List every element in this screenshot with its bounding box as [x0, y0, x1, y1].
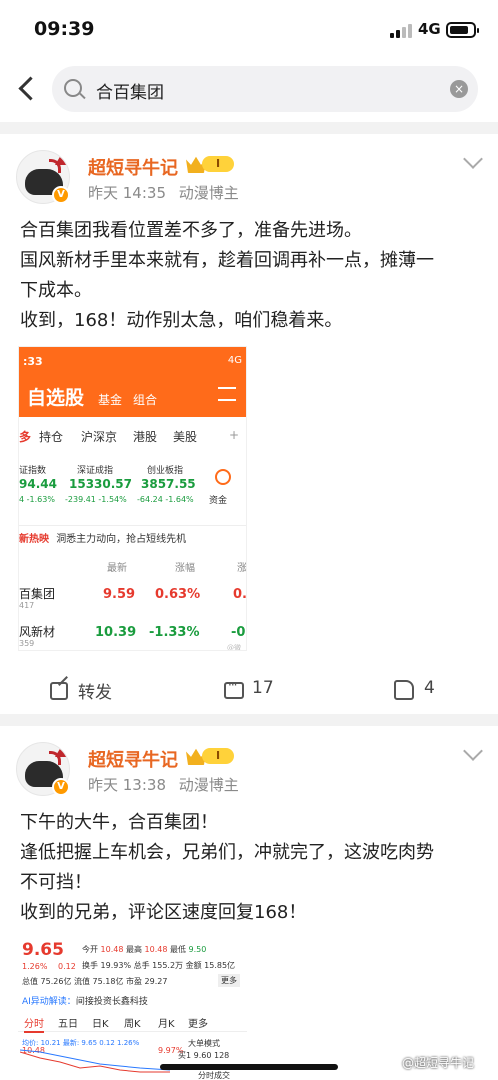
index-value: 3857.55 — [141, 477, 196, 491]
post-image[interactable]: 9.65 1.26% 0.12 今开 10.48 最高 10.48 最低 9.5… — [18, 938, 247, 1080]
crown-icon: I — [186, 745, 236, 767]
post-meta: 昨天 13:38 动漫博主 — [88, 774, 239, 795]
post-line: 收到的兄弟，评论区速度回复168！ — [20, 902, 307, 923]
username[interactable]: 超短寻牛记 — [88, 154, 178, 180]
verified-badge-icon: V — [52, 186, 70, 204]
menu-icon — [218, 387, 236, 401]
post-line: 不可挡！ — [20, 872, 92, 893]
image-network: 4G — [227, 355, 242, 366]
image-subtab: 基金 — [98, 393, 123, 407]
stock-extra: 0. — [233, 587, 247, 602]
signal-icon — [390, 24, 412, 38]
search-bar[interactable]: 合百集团 × — [52, 66, 478, 112]
image-watermark: @微博 — [227, 644, 241, 651]
post-line: 国风新材手里本来就有，趁着回调再补一点，摊薄一 — [20, 250, 434, 271]
index-change: -64.24 -1.64% — [137, 495, 194, 504]
index-name: 证指数 — [19, 466, 47, 476]
divider — [0, 122, 498, 134]
index-value: 94.44 — [19, 477, 57, 491]
post-text: 下午的大牛，合百集团！ 逢低把握上车机会，兄弟们，冲就完了，这波吃肉势 不可挡！… — [20, 808, 482, 928]
stock-name: 百集团 — [19, 587, 56, 601]
comment-count[interactable]: 17 — [252, 678, 274, 698]
post-actions: 转发 17 4 — [0, 670, 498, 710]
index-value: 15330.57 — [69, 477, 133, 491]
index-change: 4 -1.63% — [19, 495, 55, 504]
search-icon — [64, 79, 82, 97]
post-line: 收到，168！动作别太急，咱们稳着来。 — [20, 310, 343, 331]
stock-price: 9.59 — [103, 587, 136, 602]
post-line: 逢低把握上车机会，兄弟们，冲就完了，这波吃肉势 — [20, 842, 434, 863]
clear-icon[interactable]: × — [450, 80, 468, 98]
image-chart — [20, 1049, 170, 1073]
status-time: 09:39 — [34, 18, 95, 40]
share-button[interactable]: 转发 — [78, 678, 112, 703]
index-name: 深证成指 — [77, 466, 114, 476]
index-name: 创业板指 — [147, 466, 184, 476]
image-tabs: 多 持仓 沪深京 港股 美股 + — [19, 428, 240, 444]
stock-name: 风新材 — [19, 625, 56, 639]
chevron-down-icon[interactable] — [463, 149, 483, 169]
image-news: 新热映 洞悉主力动向，抢占短线先机 — [19, 525, 246, 545]
like-icon[interactable] — [394, 680, 414, 700]
post-text: 合百集团我看位置差不多了，准备先进场。 国风新材手里本来就有，趁着回调再补一点，… — [20, 216, 482, 336]
fund-icon — [215, 469, 231, 485]
status-bar: 09:39 4G — [0, 0, 498, 60]
post-time: 昨天 14:35 — [88, 184, 166, 202]
comment-icon[interactable] — [224, 678, 244, 699]
fund-label: 资金 — [209, 496, 228, 506]
search-input[interactable]: 合百集团 — [96, 78, 164, 103]
stock-price: 10.39 — [95, 625, 137, 640]
post-line: 合百集团我看位置差不多了，准备先进场。 — [20, 220, 362, 241]
image-price: 9.65 — [22, 940, 64, 960]
verified-badge-icon: V — [52, 778, 70, 796]
crown-icon: I — [186, 153, 236, 175]
image-subtab: 组合 — [133, 393, 158, 407]
column-header: 最新 — [107, 563, 127, 574]
chevron-down-icon[interactable] — [463, 741, 483, 761]
image-more: 更多 — [218, 974, 240, 987]
column-header: 涨幅 — [175, 563, 195, 574]
post-meta: 昨天 14:35 动漫博主 — [88, 182, 239, 203]
stock-code: 359 — [19, 639, 35, 648]
username[interactable]: 超短寻牛记 — [88, 746, 178, 772]
column-header: 涨 — [237, 563, 247, 574]
image-title: 自选股 — [27, 387, 85, 409]
image-ai: AI异动解读：间接投资长鑫科技 — [22, 997, 148, 1007]
image-ktabs: 分时 五日 日K 周K 月K 更多 — [18, 1012, 247, 1033]
post-time: 昨天 13:38 — [88, 776, 166, 794]
post-image[interactable]: :33 4G 自选股 基金 组合 多 持仓 沪深京 港股 美股 + 证指数 94… — [18, 346, 247, 651]
battery-icon — [446, 22, 479, 38]
stock-change: 0.63% — [155, 587, 201, 602]
stock-change: -1.33% — [149, 625, 200, 640]
post-line: 下成本。 — [20, 280, 92, 301]
index-change: -239.41 -1.54% — [65, 495, 127, 504]
network-label: 4G — [418, 20, 441, 38]
divider — [0, 714, 498, 726]
stock-extra: -0. — [231, 625, 246, 640]
app-header: :33 4G 自选股 基金 组合 — [19, 347, 246, 417]
user-tag: 动漫博主 — [178, 184, 239, 202]
user-tag: 动漫博主 — [178, 776, 239, 794]
share-icon[interactable] — [50, 682, 68, 700]
home-indicator — [160, 1064, 338, 1070]
image-time: :33 — [23, 355, 43, 368]
stock-code: 417 — [19, 601, 35, 610]
like-count[interactable]: 4 — [424, 678, 435, 698]
back-icon[interactable] — [14, 74, 38, 104]
post-line: 下午的大牛，合百集团！ — [20, 812, 218, 833]
search-header: 合百集团 × — [0, 60, 498, 120]
weibo-watermark: @超短寻牛记 — [402, 1056, 475, 1070]
